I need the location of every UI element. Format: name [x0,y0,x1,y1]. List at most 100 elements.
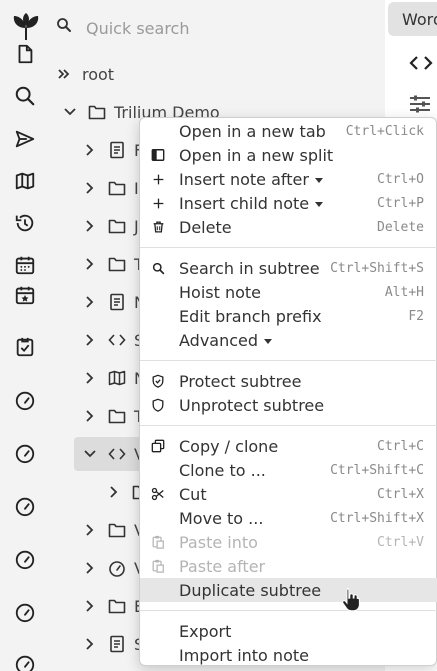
tree-row[interactable]: S [82,628,144,660]
chevron-right-icon[interactable] [82,294,98,310]
code-icon [108,331,126,349]
hand-cursor-icon [340,586,362,612]
caret-down-icon [315,202,324,207]
dashboard-icon[interactable] [13,547,37,571]
tree-row[interactable]: N [82,286,146,318]
plus-icon [150,195,166,211]
tree-row[interactable]: F [82,134,143,166]
chevron-right-icon[interactable] [82,370,98,386]
folder-icon [108,521,126,539]
chevron-right-icon[interactable] [82,598,98,614]
search-icon [150,260,166,276]
code-icon[interactable] [409,54,433,72]
dashboard-icon[interactable] [13,652,37,671]
tree-row[interactable]: T [82,400,144,432]
chevron-right-icon[interactable] [82,522,98,538]
dashboard-icon[interactable] [13,441,37,465]
tab-note[interactable]: Word [388,2,437,36]
menu-separator [140,610,437,611]
launcher-bar [0,0,50,671]
menu-item-search-in-subtree[interactable]: Search in subtree Ctrl+Shift+S [140,256,437,280]
text-note-icon [108,293,126,311]
folder-icon [108,597,126,615]
text-note-icon [108,635,126,653]
plus-icon [150,171,166,187]
calendar-star-icon[interactable] [13,283,37,307]
scissors-icon [150,486,166,502]
tree-row[interactable]: S [82,324,144,356]
tree-row-root[interactable]: root [56,58,114,90]
shield-icon [150,397,166,413]
caret-down-icon [314,178,323,183]
chevron-right-icon[interactable] [82,560,98,576]
tree-row[interactable]: N [82,362,146,394]
trash-icon [150,219,166,235]
menu-item-cut[interactable]: Cut Ctrl+X [140,482,437,506]
folder-icon [108,217,126,235]
menu-item-delete[interactable]: Delete Delete [140,215,437,239]
menu-item-import-into-note[interactable]: Import into note [140,643,437,667]
menu-item-move-to[interactable]: Move to ... Ctrl+Shift+X [140,506,437,530]
tree-row[interactable]: E [82,590,144,622]
chevron-right-icon[interactable] [82,332,98,348]
chevron-down-icon[interactable] [82,446,98,462]
copy-icon [150,438,166,454]
paste-icon [150,558,166,574]
menu-item-unprotect-subtree[interactable]: Unprotect subtree [140,393,437,417]
menu-item-hoist-note[interactable]: Hoist note Alt+H [140,280,437,304]
folder-icon [108,255,126,273]
menu-item-duplicate-subtree[interactable]: Duplicate subtree [140,578,437,602]
map-icon[interactable] [13,169,37,193]
task-checklist-icon[interactable] [13,335,37,359]
history-icon[interactable] [13,211,37,235]
split-icon [150,147,166,163]
context-menu: Open in a new tab Ctrl+Click Open in a n… [139,117,437,666]
menu-item-edit-branch-prefix[interactable]: Edit branch prefix F2 [140,304,437,328]
paste-icon [150,534,166,550]
menu-item-open-new-tab[interactable]: Open in a new tab Ctrl+Click [140,119,437,143]
dashboard-icon[interactable] [13,600,37,624]
chevron-right-icon[interactable] [82,218,98,234]
chevron-right-icon[interactable] [82,636,98,652]
map-icon [108,369,126,387]
chevron-right-icon[interactable] [106,484,122,500]
menu-item-copy-clone[interactable]: Copy / clone Ctrl+C [140,434,437,458]
menu-item-export[interactable]: Export [140,619,437,643]
tree-row[interactable]: V [82,552,145,584]
search-icon[interactable] [13,84,37,108]
dashboard-icon [108,559,126,577]
tree-row-label: J [134,216,139,236]
dashboard-icon[interactable] [13,388,37,412]
chevron-right-icon[interactable] [82,180,98,196]
chevron-right-icon[interactable] [82,256,98,272]
folder-icon [88,103,106,121]
text-note-icon [108,141,126,159]
menu-item-paste-into: Paste into Ctrl+V [140,530,437,554]
dashboard-icon[interactable] [13,494,37,518]
app-logo-icon[interactable] [10,12,42,42]
folder-icon [108,407,126,425]
search-input[interactable] [78,14,368,42]
menu-item-insert-child-note[interactable]: Insert child note Ctrl+P [140,191,437,215]
tree-row-label: root [82,64,115,84]
menu-item-advanced[interactable]: Advanced [140,328,437,352]
menu-item-protect-subtree[interactable]: Protect subtree [140,369,437,393]
double-chevron-right-icon[interactable] [56,66,72,82]
tree-row[interactable]: T [82,248,144,280]
chevron-right-icon[interactable] [82,142,98,158]
send-icon[interactable] [13,127,37,151]
menu-separator [140,360,437,361]
tree-row[interactable]: V [82,514,145,546]
tree-row-label: I [134,178,139,198]
menu-item-insert-note-after[interactable]: Insert note after Ctrl+O [140,167,437,191]
new-note-icon[interactable] [13,42,37,66]
menu-item-clone-to[interactable]: Clone to ... Ctrl+Shift+C [140,458,437,482]
chevron-right-icon[interactable] [82,408,98,424]
shield-check-icon [150,373,166,389]
chevron-down-icon[interactable] [62,104,78,120]
properties-icon[interactable] [409,94,431,114]
menu-item-open-new-split[interactable]: Open in a new split [140,143,437,167]
tree-row[interactable]: I [82,172,139,204]
tree-row[interactable]: J [82,210,139,242]
calendar-icon[interactable] [13,253,37,277]
